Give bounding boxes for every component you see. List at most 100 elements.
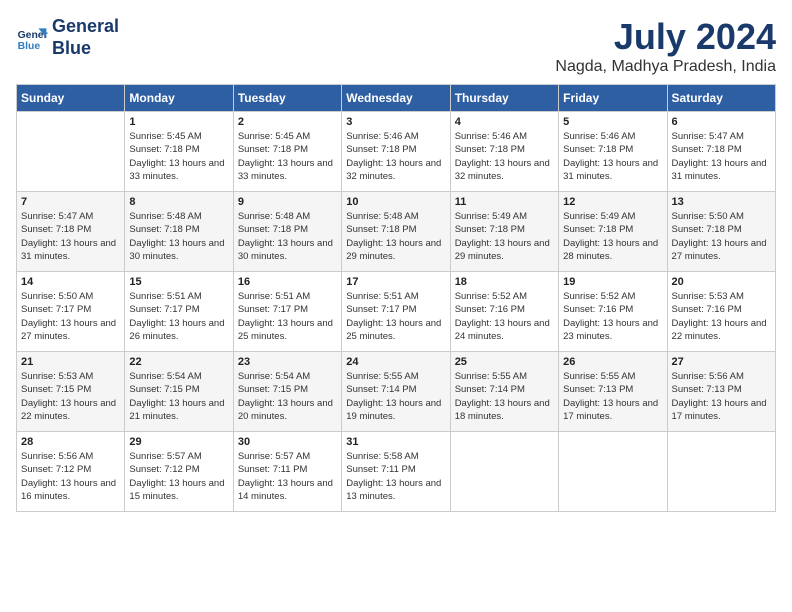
calendar-day-cell: 13 Sunrise: 5:50 AM Sunset: 7:18 PM Dayli… <box>667 192 775 272</box>
day-info: Sunrise: 5:51 AM Sunset: 7:17 PM Dayligh… <box>129 290 228 343</box>
day-info: Sunrise: 5:47 AM Sunset: 7:18 PM Dayligh… <box>21 210 120 263</box>
day-info: Sunrise: 5:52 AM Sunset: 7:16 PM Dayligh… <box>563 290 662 343</box>
calendar-day-cell <box>450 432 558 512</box>
day-number: 15 <box>129 276 228 288</box>
day-number: 16 <box>238 276 337 288</box>
calendar-day-cell: 2Sunrise: 5:45 AM Sunset: 7:18 PM Daylig… <box>233 112 341 192</box>
day-info: Sunrise: 5:56 AM Sunset: 7:13 PM Dayligh… <box>672 370 771 423</box>
calendar-day-cell: 14Sunrise: 5:50 AM Sunset: 7:17 PM Dayli… <box>17 272 125 352</box>
day-info: Sunrise: 5:45 AM Sunset: 7:18 PM Dayligh… <box>129 130 228 183</box>
day-info: Sunrise: 5:49 AM Sunset: 7:18 PM Dayligh… <box>455 210 554 263</box>
day-number: 3 <box>346 116 445 128</box>
calendar-day-cell: 17 Sunrise: 5:51 AM Sunset: 7:17 PM Dayli… <box>342 272 450 352</box>
day-number: 31 <box>346 436 445 448</box>
day-number: 24 <box>346 356 445 368</box>
day-info: Sunrise: 5:46 AM Sunset: 7:18 PM Dayligh… <box>563 130 662 183</box>
title-block: July 2024 Nagda, Madhya Pradesh, India <box>555 16 776 76</box>
day-info: Sunrise: 5:52 AM Sunset: 7:16 PM Dayligh… <box>455 290 554 343</box>
calendar-week-row: 1 Sunrise: 5:45 AM Sunset: 7:18 PM Daylig… <box>17 112 776 192</box>
calendar-day-cell: 30Sunrise: 5:57 AM Sunset: 7:11 PM Dayli… <box>233 432 341 512</box>
calendar-day-cell: 4 Sunrise: 5:46 AM Sunset: 7:18 PM Daylig… <box>450 112 558 192</box>
calendar-day-cell: 7 Sunrise: 5:47 AM Sunset: 7:18 PM Daylig… <box>17 192 125 272</box>
day-number: 17 <box>346 276 445 288</box>
day-number: 19 <box>563 276 662 288</box>
calendar-day-cell <box>17 112 125 192</box>
day-info: Sunrise: 5:51 AM Sunset: 7:17 PM Dayligh… <box>346 290 445 343</box>
day-info: Sunrise: 5:55 AM Sunset: 7:14 PM Dayligh… <box>455 370 554 423</box>
day-info: Sunrise: 5:53 AM Sunset: 7:16 PM Dayligh… <box>672 290 771 343</box>
logo-text: General Blue <box>52 16 119 59</box>
calendar-day-cell: 25Sunrise: 5:55 AM Sunset: 7:14 PM Dayli… <box>450 352 558 432</box>
day-number: 29 <box>129 436 228 448</box>
day-info: Sunrise: 5:56 AM Sunset: 7:12 PM Dayligh… <box>21 450 120 503</box>
day-number: 2 <box>238 116 337 128</box>
calendar-day-cell: 22Sunrise: 5:54 AM Sunset: 7:15 PM Dayli… <box>125 352 233 432</box>
calendar-day-cell: 18 Sunrise: 5:52 AM Sunset: 7:16 PM Dayli… <box>450 272 558 352</box>
day-info: Sunrise: 5:48 AM Sunset: 7:18 PM Dayligh… <box>129 210 228 263</box>
day-number: 10 <box>346 196 445 208</box>
header: General Blue General Blue July 2024 Nagd… <box>16 16 776 76</box>
calendar-day-cell: 10 Sunrise: 5:48 AM Sunset: 7:18 PM Dayli… <box>342 192 450 272</box>
calendar-day-cell: 29 Sunrise: 5:57 AM Sunset: 7:12 PM Dayli… <box>125 432 233 512</box>
day-number: 5 <box>563 116 662 128</box>
calendar-day-cell: 8 Sunrise: 5:48 AM Sunset: 7:18 PM Daylig… <box>125 192 233 272</box>
day-number: 14 <box>21 276 120 288</box>
day-info: Sunrise: 5:48 AM Sunset: 7:18 PM Dayligh… <box>346 210 445 263</box>
calendar-day-cell: 12 Sunrise: 5:49 AM Sunset: 7:18 PM Dayli… <box>559 192 667 272</box>
day-number: 22 <box>129 356 228 368</box>
calendar-day-cell: 31 Sunrise: 5:58 AM Sunset: 7:11 PM Dayli… <box>342 432 450 512</box>
day-info: Sunrise: 5:57 AM Sunset: 7:12 PM Dayligh… <box>129 450 228 503</box>
day-info: Sunrise: 5:53 AM Sunset: 7:15 PM Dayligh… <box>21 370 120 423</box>
day-info: Sunrise: 5:51 AM Sunset: 7:17 PM Dayligh… <box>238 290 337 343</box>
day-number: 1 <box>129 116 228 128</box>
calendar-day-cell: 15 Sunrise: 5:51 AM Sunset: 7:17 PM Dayli… <box>125 272 233 352</box>
day-number: 18 <box>455 276 554 288</box>
logo-icon: General Blue <box>16 22 48 54</box>
month-year: July 2024 <box>555 16 776 58</box>
calendar-day-cell <box>559 432 667 512</box>
calendar-body: 1 Sunrise: 5:45 AM Sunset: 7:18 PM Daylig… <box>17 112 776 512</box>
day-info: Sunrise: 5:48 AM Sunset: 7:18 PM Dayligh… <box>238 210 337 263</box>
weekday-header-cell: Wednesday <box>342 85 450 112</box>
svg-text:Blue: Blue <box>18 41 41 52</box>
weekday-header-row: SundayMondayTuesdayWednesdayThursdayFrid… <box>17 85 776 112</box>
calendar-week-row: 14Sunrise: 5:50 AM Sunset: 7:17 PM Dayli… <box>17 272 776 352</box>
day-number: 6 <box>672 116 771 128</box>
day-info: Sunrise: 5:49 AM Sunset: 7:18 PM Dayligh… <box>563 210 662 263</box>
day-number: 8 <box>129 196 228 208</box>
day-number: 12 <box>563 196 662 208</box>
calendar-day-cell: 9Sunrise: 5:48 AM Sunset: 7:18 PM Daylig… <box>233 192 341 272</box>
calendar-week-row: 7 Sunrise: 5:47 AM Sunset: 7:18 PM Daylig… <box>17 192 776 272</box>
day-info: Sunrise: 5:47 AM Sunset: 7:18 PM Dayligh… <box>672 130 771 183</box>
calendar-day-cell: 16 Sunrise: 5:51 AM Sunset: 7:17 PM Dayli… <box>233 272 341 352</box>
calendar-day-cell: 28 Sunrise: 5:56 AM Sunset: 7:12 PM Dayli… <box>17 432 125 512</box>
day-info: Sunrise: 5:46 AM Sunset: 7:18 PM Dayligh… <box>455 130 554 183</box>
weekday-header-cell: Tuesday <box>233 85 341 112</box>
day-number: 11 <box>455 196 554 208</box>
day-number: 13 <box>672 196 771 208</box>
day-number: 20 <box>672 276 771 288</box>
calendar-day-cell: 3Sunrise: 5:46 AM Sunset: 7:18 PM Daylig… <box>342 112 450 192</box>
calendar-day-cell: 27Sunrise: 5:56 AM Sunset: 7:13 PM Dayli… <box>667 352 775 432</box>
day-info: Sunrise: 5:55 AM Sunset: 7:14 PM Dayligh… <box>346 370 445 423</box>
weekday-header-cell: Monday <box>125 85 233 112</box>
weekday-header-cell: Thursday <box>450 85 558 112</box>
calendar-day-cell: 21Sunrise: 5:53 AM Sunset: 7:15 PM Dayli… <box>17 352 125 432</box>
calendar-day-cell <box>667 432 775 512</box>
day-number: 30 <box>238 436 337 448</box>
day-number: 28 <box>21 436 120 448</box>
calendar-day-cell: 6 Sunrise: 5:47 AM Sunset: 7:18 PM Daylig… <box>667 112 775 192</box>
calendar-week-row: 21Sunrise: 5:53 AM Sunset: 7:15 PM Dayli… <box>17 352 776 432</box>
logo: General Blue General Blue <box>16 16 119 59</box>
location: Nagda, Madhya Pradesh, India <box>555 58 776 76</box>
calendar-day-cell: 11 Sunrise: 5:49 AM Sunset: 7:18 PM Dayli… <box>450 192 558 272</box>
day-number: 23 <box>238 356 337 368</box>
day-info: Sunrise: 5:54 AM Sunset: 7:15 PM Dayligh… <box>238 370 337 423</box>
day-info: Sunrise: 5:58 AM Sunset: 7:11 PM Dayligh… <box>346 450 445 503</box>
day-number: 4 <box>455 116 554 128</box>
calendar-day-cell: 1 Sunrise: 5:45 AM Sunset: 7:18 PM Daylig… <box>125 112 233 192</box>
day-info: Sunrise: 5:50 AM Sunset: 7:18 PM Dayligh… <box>672 210 771 263</box>
weekday-header-cell: Sunday <box>17 85 125 112</box>
day-number: 7 <box>21 196 120 208</box>
calendar-table: SundayMondayTuesdayWednesdayThursdayFrid… <box>16 84 776 512</box>
